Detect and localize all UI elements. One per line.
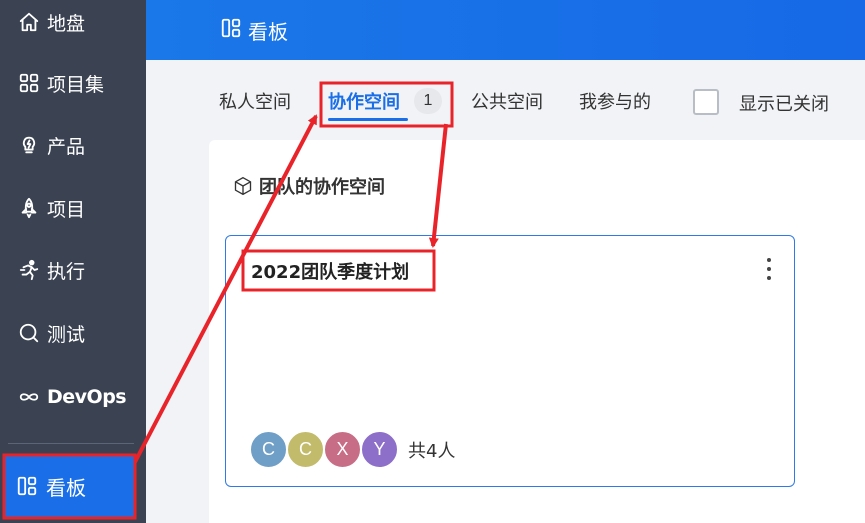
sidebar-item-program[interactable]: 项目集 (0, 61, 146, 105)
sidebar-divider (8, 443, 134, 444)
card-title[interactable]: 2022团队季度计划 (251, 258, 409, 284)
infinity-icon (17, 385, 41, 409)
sidebar-item-test[interactable]: 测试 (0, 311, 146, 355)
section-heading: 团队的协作空间 (233, 173, 385, 199)
avatar: C (287, 431, 324, 468)
sidebar-item-label: 测试 (47, 323, 86, 346)
board-icon (220, 17, 242, 44)
sidebar-item-label: 看板 (46, 476, 86, 500)
avatar: Y (361, 431, 398, 468)
home-icon (17, 10, 41, 34)
board-card[interactable]: 2022团队季度计划 C C X Y 共4人 (225, 235, 795, 487)
avatar: C (250, 431, 287, 468)
board-icon (16, 475, 40, 499)
sidebar-item-label: 项目 (47, 198, 86, 221)
search-icon (17, 321, 41, 345)
sidebar-item-board[interactable]: 看板 (4, 455, 135, 518)
rocket-icon (17, 196, 41, 220)
more-options-icon[interactable] (761, 256, 777, 282)
sidebar-item-label: 项目集 (47, 73, 105, 96)
lightbulb-icon (17, 133, 41, 157)
sidebar-item-label: 产品 (47, 135, 86, 158)
space-tabs: 私人空间 协作空间 1 公共空间 我参与的 显示已关闭 (146, 60, 865, 138)
tab-participated[interactable]: 我参与的 (579, 88, 651, 114)
tab-collaborative-space[interactable]: 协作空间 (328, 88, 400, 114)
tab-count-badge: 1 (414, 88, 442, 114)
sidebar-item-dashboard[interactable]: 地盘 (0, 0, 146, 44)
tab-public-space[interactable]: 公共空间 (471, 88, 543, 114)
member-count: 共4人 (408, 440, 456, 462)
sidebar-item-label: 执行 (47, 260, 86, 283)
sidebar: 地盘 项目集 产品 项目 执行 测试 DevOps 看板 (0, 0, 146, 523)
page-header: 看板 (146, 0, 865, 60)
sidebar-item-devops[interactable]: DevOps (0, 375, 146, 419)
page-title: 看板 (248, 19, 288, 44)
show-closed-label[interactable]: 显示已关闭 (739, 90, 829, 116)
avatar: X (324, 431, 361, 468)
sidebar-item-project[interactable]: 项目 (0, 186, 146, 230)
member-avatars: C C X Y 共4人 (250, 431, 455, 468)
sidebar-item-label: 地盘 (47, 12, 86, 35)
grid-icon (17, 71, 41, 95)
sidebar-item-execution[interactable]: 执行 (0, 248, 146, 292)
cube-icon (234, 176, 252, 196)
section-title: 团队的协作空间 (259, 177, 385, 198)
content-panel: 团队的协作空间 2022团队季度计划 C C X Y 共4人 (209, 140, 865, 523)
sidebar-item-product[interactable]: 产品 (0, 123, 146, 167)
active-tab-indicator (328, 118, 408, 121)
tab-private-space[interactable]: 私人空间 (219, 88, 291, 114)
running-icon (17, 258, 41, 282)
sidebar-item-label: DevOps (47, 386, 127, 408)
show-closed-checkbox[interactable] (693, 89, 719, 115)
